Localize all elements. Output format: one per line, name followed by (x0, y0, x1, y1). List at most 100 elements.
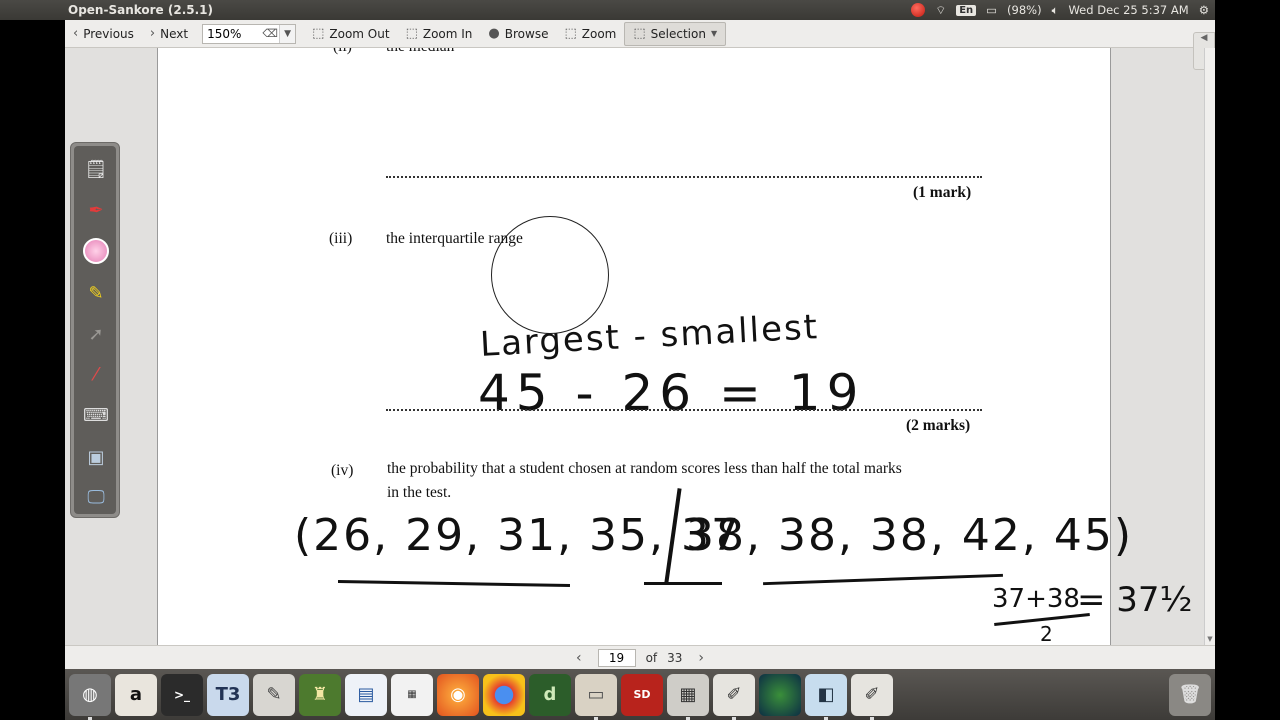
pointer-icon[interactable]: ➚ (83, 321, 109, 347)
chevron-down-icon[interactable]: ▼ (279, 24, 296, 43)
page-navigator: ‹ of 33 › (65, 645, 1215, 669)
zoom-input[interactable] (203, 24, 262, 43)
handwritten-result: = 37½ (1077, 580, 1193, 620)
item-ii-number: (ii) (333, 48, 352, 56)
zoom-in-button[interactable]: ⬚ Zoom In (398, 22, 481, 46)
item-iv-text-line2: in the test. (387, 484, 452, 501)
document-viewer-icon[interactable]: ◧ (805, 673, 847, 720)
previous-label: Previous (83, 26, 134, 41)
clock[interactable]: Wed Dec 25 5:37 AM (1068, 3, 1188, 17)
browse-label: Browse (504, 26, 549, 41)
ubuntu-dash-icon[interactable]: ◍ (69, 673, 111, 720)
terminal-icon[interactable]: >_ (161, 673, 203, 716)
display-icon[interactable]: 🖵︎ (83, 484, 109, 510)
clear-icon[interactable]: ⌫ (261, 27, 279, 40)
settings-gear-icon[interactable]: ⚙ (1199, 3, 1209, 17)
globe-icon[interactable] (759, 673, 801, 716)
sd-card-icon[interactable]: SD (621, 673, 663, 716)
zoom-combobox[interactable]: ⌫ ▼ (202, 23, 297, 44)
document-icon[interactable]: 🗒︎ (83, 156, 109, 182)
page-number-input[interactable] (597, 648, 636, 667)
right-black-margin (1215, 0, 1280, 720)
chevron-right-icon: › (149, 26, 156, 41)
item-iii-number: (iii) (329, 230, 353, 247)
mouse-icon: ● (488, 26, 500, 41)
dreamweaver-icon[interactable]: d (529, 673, 571, 716)
handwritten-range-calc: 45 - 26 = 19 (478, 364, 865, 422)
zoom-out-label: Zoom Out (329, 26, 390, 41)
underline-right-group (763, 573, 1003, 586)
chevron-left-icon: ◀ (1200, 33, 1208, 43)
browse-button[interactable]: ● Browse (480, 22, 556, 46)
marks-ii: (1 mark) (913, 184, 972, 201)
vertical-scrollbar[interactable]: ▼ (1204, 48, 1215, 645)
item-iv-text-line1: the probability that a student chosen at… (387, 460, 902, 477)
next-label: Next (160, 26, 189, 41)
keyboard-language-indicator[interactable]: En (956, 4, 977, 16)
zoom-in-icon: ⬚ (405, 26, 418, 41)
pointer-circle (491, 216, 609, 334)
launcher-dock: ◍ a >_ T3 ✎ ♜ ▤ ▦ ◉ d ▭ SD ▦ ✐ ◧ ✐ 🗑︎ (65, 669, 1215, 720)
underline-middle (644, 582, 722, 585)
t3-icon[interactable]: T3 (207, 673, 249, 716)
firefox-icon[interactable]: ◉ (437, 673, 479, 716)
chrome-icon[interactable] (483, 673, 525, 716)
handwritten-fraction-denominator: 2 (1040, 622, 1053, 645)
palette-body: 🗒︎ ✒︎ ✎ ➚ ⁄ ⌨︎ ▣ 🖵︎ (74, 146, 116, 514)
selection-label: Selection (650, 26, 706, 41)
desk-lamp-icon[interactable]: ♜ (299, 673, 341, 716)
selection-icon: ⬚ (633, 26, 646, 41)
selection-button[interactable]: ⬚ Selection ▼ (624, 21, 727, 46)
item-ii-text: the median (386, 48, 454, 56)
volume-icon[interactable]: 🔈︎ (1052, 3, 1059, 18)
underline-left-group (337, 579, 571, 588)
page-of-label: of (645, 650, 658, 665)
handwritten-fraction-numerator: 37+38 (992, 584, 1080, 614)
zoom-label: Zoom (581, 26, 617, 41)
previous-page-icon[interactable]: ‹ (570, 650, 588, 666)
pen-icon[interactable]: ✒︎ (83, 197, 109, 223)
document-toolbar: ‹ Previous › Next ⌫ ▼ ⬚ Zoom Out ⬚ Zoom … (65, 20, 1215, 48)
battery-percent: (98%) (1007, 3, 1042, 17)
window-title: Open-Sankore (2.5.1) (68, 3, 214, 17)
zoom-out-button[interactable]: ⬚ Zoom Out (304, 22, 397, 46)
eraser-icon[interactable] (83, 238, 109, 264)
marks-iii: (2 marks) (906, 417, 971, 434)
zoom-button[interactable]: ⬚ Zoom (556, 22, 624, 46)
text-editor-icon[interactable]: ✎ (253, 673, 295, 716)
chevron-down-icon: ▼ (710, 29, 718, 38)
laser-icon[interactable]: ⁄ (83, 361, 109, 387)
next-page-icon[interactable]: › (692, 650, 710, 666)
answer-line-iii (386, 409, 982, 411)
screen-capture-icon[interactable]: ▣ (83, 444, 109, 470)
sankore-doc-icon[interactable]: ✐ (851, 673, 893, 720)
zoom-in-label: Zoom In (422, 26, 473, 41)
wifi-icon[interactable]: ⌔ (935, 3, 946, 18)
previous-button[interactable]: ‹ Previous (65, 22, 142, 46)
pdf-page[interactable]: (ii) the median (1 mark) (iii) the inter… (157, 48, 1131, 645)
keyboard-icon[interactable]: ⌨︎ (83, 402, 109, 428)
handwritten-list-right: 38, 38, 38, 42, 45) (686, 510, 1133, 561)
record-indicator-icon[interactable] (911, 3, 926, 17)
item-iv-number: (iv) (331, 462, 354, 479)
trash-icon[interactable]: 🗑︎ (1169, 673, 1211, 716)
zoom-icon: ⬚ (564, 26, 577, 41)
chevron-left-icon: ‹ (73, 26, 79, 41)
document-viewer[interactable]: (ii) the median (1 mark) (iii) the inter… (65, 48, 1215, 645)
file-manager-icon[interactable]: ▭ (575, 673, 617, 720)
highlighter-icon[interactable]: ✎ (83, 280, 109, 306)
answer-line-ii (386, 176, 982, 178)
system-top-bar: Open-Sankore (2.5.1) ⌔ En ▭ (98%) 🔈︎ Wed… (0, 0, 1215, 20)
writer-icon[interactable]: ▤ (345, 673, 387, 716)
annotation-tool-palette: 🗒︎ ✒︎ ✎ ➚ ⁄ ⌨︎ ▣ 🖵︎ (70, 142, 120, 518)
libreoffice-icon[interactable]: ▦ (391, 673, 433, 716)
zoom-out-icon: ⬚ (312, 26, 325, 41)
sankore-icon[interactable]: ✐ (713, 673, 755, 720)
amazon-icon[interactable]: a (115, 673, 157, 716)
page-total: 33 (667, 650, 683, 665)
scroll-down-icon[interactable]: ▼ (1205, 635, 1215, 643)
battery-icon[interactable]: ▭ (986, 3, 997, 17)
system-tray: ⌔ En ▭ (98%) 🔈︎ Wed Dec 25 5:37 AM ⚙ (911, 3, 1215, 18)
calculator-icon[interactable]: ▦ (667, 673, 709, 720)
next-button[interactable]: › Next (142, 22, 196, 46)
